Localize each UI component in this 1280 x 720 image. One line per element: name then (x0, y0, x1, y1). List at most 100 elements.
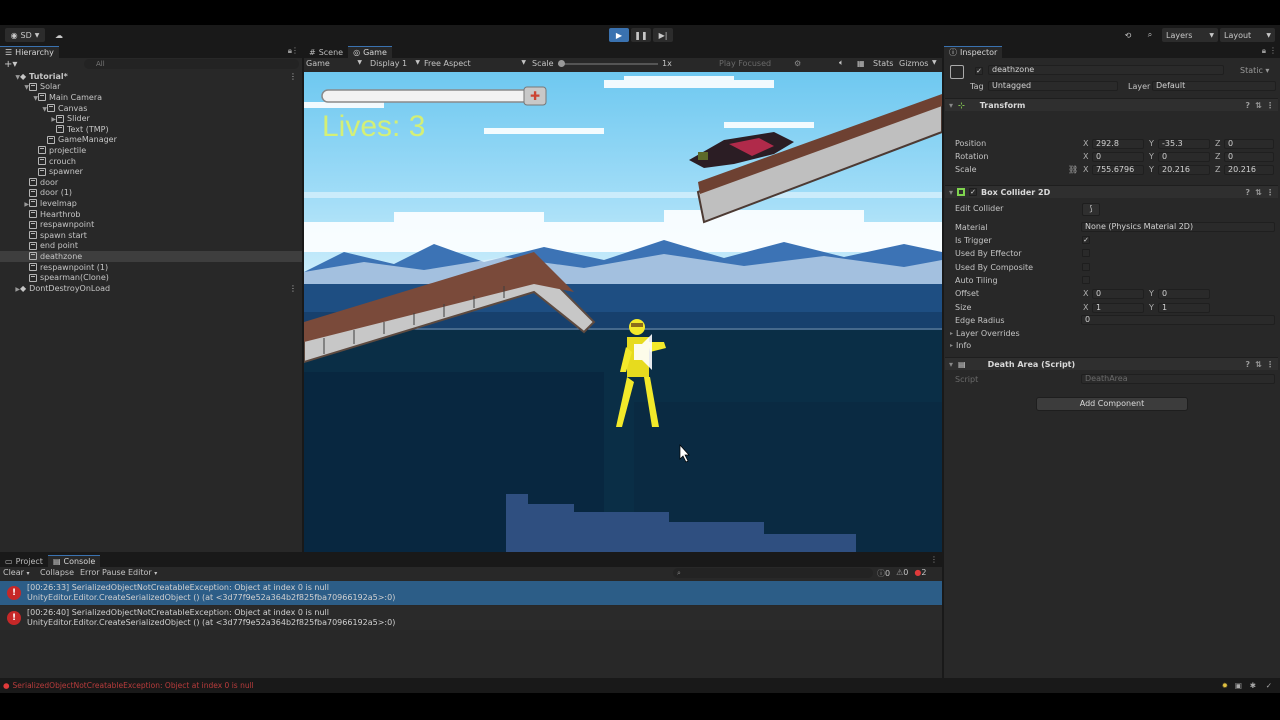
tab-scene[interactable]: # Scene (304, 46, 348, 58)
hierarchy-item[interactable]: ▶ levelmap (0, 198, 302, 209)
hierarchy-item[interactable]: Text (TMP) (0, 124, 302, 135)
object-name-field[interactable]: deathzone (988, 65, 1224, 75)
pause-button[interactable]: ❚❚ (631, 28, 651, 42)
info-foldout[interactable]: ▸ Info (950, 339, 971, 351)
more-icon[interactable]: ⋮ (1266, 188, 1274, 197)
help-icon[interactable]: ? (1245, 101, 1250, 110)
hierarchy-search-input[interactable]: All (84, 59, 299, 69)
clear-dropdown[interactable]: Clear ▾ (3, 568, 29, 577)
account-dropdown[interactable]: ◉ SD ▼ (5, 28, 45, 42)
offset-x-field[interactable]: 0 (1092, 289, 1144, 299)
more-icon[interactable]: ⋮ (1266, 101, 1274, 110)
preset-icon[interactable]: ⇅ (1255, 101, 1262, 110)
more-icon[interactable]: ⋮ (930, 555, 938, 564)
editor-dropdown[interactable]: Editor ▾ (128, 568, 157, 577)
preset-icon[interactable]: ⇅ (1255, 188, 1262, 197)
hierarchy-item[interactable]: GameManager (0, 135, 302, 146)
game-view-dropdown[interactable]: Game ▼ (306, 59, 362, 68)
rotation-x-field[interactable]: 0 (1092, 152, 1144, 162)
warn-count-toggle[interactable]: ⚠0 (896, 568, 908, 579)
search-icon[interactable]: ⌕ (1142, 28, 1158, 42)
hierarchy-item[interactable]: spawn start (0, 230, 302, 241)
auto-tiling-checkbox[interactable] (1082, 276, 1090, 284)
scale-y-field[interactable]: 20.216 (1158, 165, 1210, 175)
hierarchy-item[interactable]: ▼ Canvas (0, 103, 302, 114)
play-focused-dropdown[interactable]: Play Focused (719, 59, 771, 68)
tab-console[interactable]: ▤ Console (47, 555, 101, 567)
layer-overrides-foldout[interactable]: ▸ Layer Overrides (950, 327, 1020, 339)
hierarchy-item[interactable]: door (0, 177, 302, 188)
size-y-field[interactable]: 1 (1158, 303, 1210, 313)
help-icon[interactable]: ? (1245, 360, 1250, 369)
more-icon[interactable]: ⋮ (289, 284, 297, 293)
scale-slider[interactable] (558, 60, 658, 67)
used-by-effector-checkbox[interactable] (1082, 249, 1090, 257)
used-by-composite-checkbox[interactable] (1082, 263, 1090, 271)
add-icon[interactable]: +▾ (4, 59, 17, 70)
history-icon[interactable]: ⟲ (1120, 28, 1136, 42)
hierarchy-item[interactable]: door (1) (0, 188, 302, 199)
hierarchy-item[interactable]: Hearthrob (0, 209, 302, 220)
hierarchy-item[interactable]: spearman(Clone) (0, 272, 302, 283)
hierarchy-item[interactable]: ▶ ◆ DontDestroyOnLoad ⋮ (0, 283, 302, 294)
more-icon[interactable]: ⋮ (1266, 360, 1274, 369)
collapse-toggle[interactable]: Collapse (40, 568, 74, 577)
size-x-field[interactable]: 1 (1092, 303, 1144, 313)
edit-collider-button[interactable]: ⟆ (1082, 203, 1100, 216)
transform-header[interactable]: ▾ ⊹ Transform ? ⇅ ⋮ (945, 98, 1278, 111)
more-icon[interactable]: ⋮ (1269, 46, 1277, 55)
chevron-down-icon[interactable]: ▼ (932, 59, 937, 66)
position-x-field[interactable]: 292.8 (1092, 139, 1144, 149)
edge-radius-field[interactable]: 0 (1081, 315, 1275, 325)
hierarchy-item[interactable]: respawnpoint (0, 219, 302, 230)
hierarchy-item[interactable]: ▼ Main Camera (0, 92, 302, 103)
info-count-toggle[interactable]: ⓘ0 (877, 568, 890, 579)
tab-game[interactable]: ◎ Game (348, 46, 392, 58)
cloud-icon[interactable]: ☁ (50, 28, 68, 42)
status-message[interactable]: SerializedObjectNotCreatableException: O… (13, 681, 254, 690)
layers-dropdown[interactable]: Layers ▼ (1162, 28, 1218, 42)
audio-icon[interactable]: 🔈︎ (839, 58, 844, 68)
is-trigger-checkbox[interactable]: ✓ (1082, 236, 1090, 244)
material-field[interactable]: None (Physics Material 2D) (1081, 222, 1275, 232)
tag-dropdown[interactable]: Untagged (988, 81, 1118, 91)
game-viewport[interactable]: ✚ Lives: 3 (304, 72, 942, 552)
tab-project[interactable]: ▭ Project (0, 555, 48, 567)
collider-header[interactable]: ▾ ✓ Box Collider 2D ? ⇅ ⋮ (945, 185, 1278, 198)
display-dropdown[interactable]: Display 1 ▼ (370, 59, 420, 68)
check-icon[interactable]: ✓ (1266, 681, 1272, 690)
more-icon[interactable]: ⋮ (289, 72, 297, 81)
tab-inspector[interactable]: ⓘ Inspector (944, 46, 1003, 58)
bug-icon[interactable]: ✱ (1250, 681, 1256, 690)
hierarchy-item[interactable]: crouch (0, 156, 302, 167)
log-entry[interactable]: ! [00:26:33] SerializedObjectNotCreatable… (0, 581, 942, 605)
add-component-button[interactable]: Add Component (1036, 397, 1188, 411)
hierarchy-item[interactable]: ▼ ◆ Tutorial* ⋮ (0, 71, 302, 82)
rotation-y-field[interactable]: 0 (1158, 152, 1210, 162)
help-icon[interactable]: ? (1245, 188, 1250, 197)
link-icon[interactable]: ⛓ (1068, 165, 1078, 174)
script-header[interactable]: ▾ ▤ Death Area (Script) ? ⇅ ⋮ (945, 357, 1278, 370)
active-checkbox[interactable]: ✓ (975, 67, 983, 75)
error-count-toggle[interactable]: ●2 (914, 568, 926, 579)
log-entry[interactable]: ! [00:26:40] SerializedObjectNotCreatable… (0, 606, 942, 630)
console-search-input[interactable]: ⌕ (673, 568, 873, 578)
position-y-field[interactable]: -35.3 (1158, 139, 1210, 149)
gizmos-dropdown[interactable]: Gizmos (899, 59, 928, 68)
hierarchy-item[interactable]: projectile (0, 145, 302, 156)
collider-enabled-checkbox[interactable]: ✓ (969, 188, 978, 196)
step-button[interactable]: ▶| (653, 28, 673, 42)
lock-icon[interactable]: 🔒︎ (1262, 46, 1266, 56)
hierarchy-item[interactable]: end point (0, 241, 302, 252)
hierarchy-item[interactable]: ▶ Slider (0, 113, 302, 124)
network-icon[interactable]: ▣ (1235, 681, 1242, 690)
hierarchy-item[interactable]: respawnpoint (1) (0, 262, 302, 273)
scale-z-field[interactable]: 20.216 (1224, 165, 1274, 175)
hierarchy-item[interactable]: spawner (0, 166, 302, 177)
hierarchy-item[interactable]: deathzone (0, 251, 302, 262)
scale-x-field[interactable]: 755.6796 (1092, 165, 1144, 175)
settings-icon[interactable]: ⚙ (794, 59, 801, 68)
rotation-z-field[interactable]: 0 (1224, 152, 1274, 162)
more-icon[interactable]: ⋮ (291, 46, 299, 55)
hierarchy-item[interactable]: ▼ Solar (0, 82, 302, 93)
